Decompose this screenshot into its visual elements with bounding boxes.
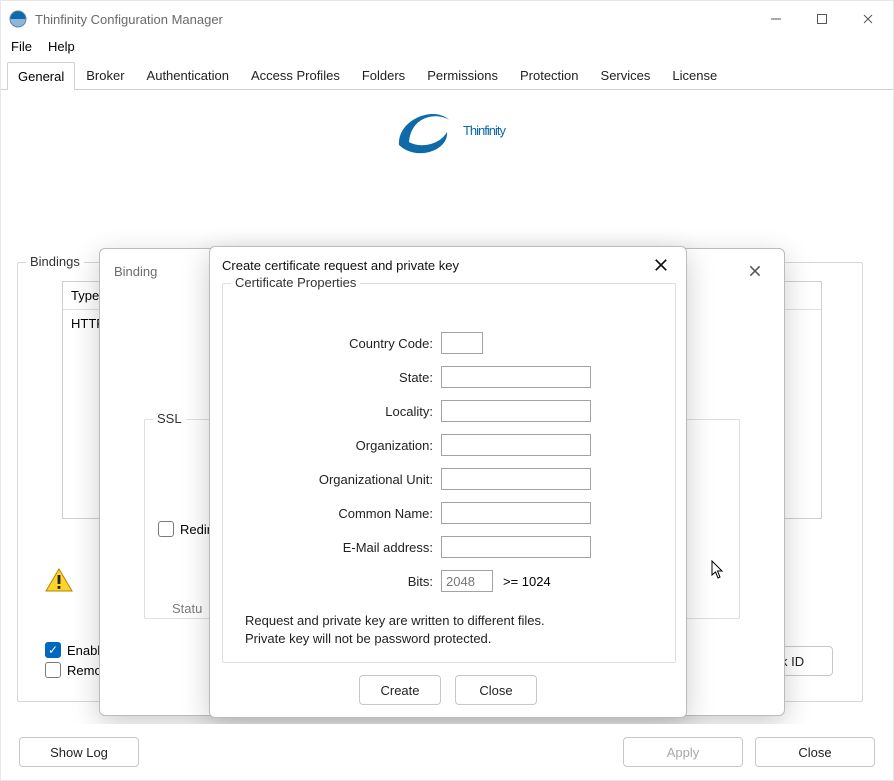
binding-dialog-title: Binding	[114, 264, 157, 279]
tab-authentication[interactable]: Authentication	[136, 61, 240, 89]
tab-folders[interactable]: Folders	[351, 61, 416, 89]
content-area: Thinfinity Bindings Type HTTP t: New	[1, 90, 893, 721]
window-maximize-button[interactable]	[799, 3, 845, 35]
window-title: Thinfinity Configuration Manager	[35, 12, 753, 27]
apply-button[interactable]: Apply	[623, 737, 743, 767]
logo: Thinfinity	[389, 100, 505, 160]
bottom-bar: Show Log Apply Close	[1, 724, 893, 780]
window-close-button[interactable]	[845, 3, 891, 35]
country-code-label: Country Code:	[241, 336, 441, 351]
certificate-properties-groupbox: Certificate Properties Country Code: Sta…	[222, 283, 676, 663]
ssl-legend: SSL	[153, 411, 186, 426]
certificate-dialog-buttons: Create Close	[210, 675, 686, 705]
tab-broker[interactable]: Broker	[75, 61, 135, 89]
main-close-button[interactable]: Close	[755, 737, 875, 767]
app-window: Thinfinity Configuration Manager File He…	[0, 0, 894, 781]
bits-hint: >= 1024	[503, 574, 551, 589]
certificate-properties-legend: Certificate Properties	[231, 275, 360, 290]
binding-dialog-close-button[interactable]	[740, 259, 770, 283]
logo-area: Thinfinity	[1, 100, 893, 160]
create-button[interactable]: Create	[359, 675, 441, 705]
tab-protection[interactable]: Protection	[509, 61, 590, 89]
locality-label: Locality:	[241, 404, 441, 419]
certificate-note-line2: Private key will not be password protect…	[245, 630, 665, 648]
bits-label: Bits:	[241, 574, 441, 589]
certificate-form: Country Code: State: Locality: Organizat…	[241, 332, 661, 604]
tab-services[interactable]: Services	[590, 61, 662, 89]
bits-input[interactable]	[441, 570, 493, 592]
tab-permissions[interactable]: Permissions	[416, 61, 509, 89]
binding-status-label-fragment: Statu	[172, 601, 202, 616]
titlebar: Thinfinity Configuration Manager	[1, 1, 893, 37]
certificate-dialog-title: Create certificate request and private k…	[222, 258, 459, 273]
certificate-dialog: Create certificate request and private k…	[209, 246, 687, 718]
organization-input[interactable]	[441, 434, 591, 456]
common-name-label: Common Name:	[241, 506, 441, 521]
show-log-button[interactable]: Show Log	[19, 737, 139, 767]
window-minimize-button[interactable]	[753, 3, 799, 35]
redirect-checkbox[interactable]	[158, 521, 174, 537]
firewall-checkbox[interactable]	[45, 642, 61, 658]
tab-general[interactable]: General	[7, 62, 75, 90]
app-icon	[9, 10, 27, 28]
cert-close-button[interactable]: Close	[455, 675, 537, 705]
certificate-note: Request and private key are written to d…	[245, 612, 665, 647]
tab-license[interactable]: License	[661, 61, 728, 89]
tab-access-profiles[interactable]: Access Profiles	[240, 61, 351, 89]
remove-header-checkbox[interactable]	[45, 662, 61, 678]
org-unit-input[interactable]	[441, 468, 591, 490]
menu-file[interactable]: File	[9, 37, 34, 59]
bindings-legend: Bindings	[26, 254, 84, 269]
tab-strip: General Broker Authentication Access Pro…	[1, 59, 893, 90]
email-input[interactable]	[441, 536, 591, 558]
organization-label: Organization:	[241, 438, 441, 453]
state-input[interactable]	[441, 366, 591, 388]
menu-help[interactable]: Help	[46, 37, 77, 59]
common-name-input[interactable]	[441, 502, 591, 524]
certificate-note-line1: Request and private key are written to d…	[245, 612, 665, 630]
menubar: File Help	[1, 37, 893, 59]
locality-input[interactable]	[441, 400, 591, 422]
logo-text: Thinfinity	[463, 123, 505, 138]
logo-swirl-icon	[389, 100, 459, 160]
state-label: State:	[241, 370, 441, 385]
country-code-input[interactable]	[441, 332, 483, 354]
certificate-dialog-close-button[interactable]	[648, 255, 674, 275]
email-label: E-Mail address:	[241, 540, 441, 555]
org-unit-label: Organizational Unit:	[241, 472, 441, 487]
warning-icon	[45, 568, 73, 592]
